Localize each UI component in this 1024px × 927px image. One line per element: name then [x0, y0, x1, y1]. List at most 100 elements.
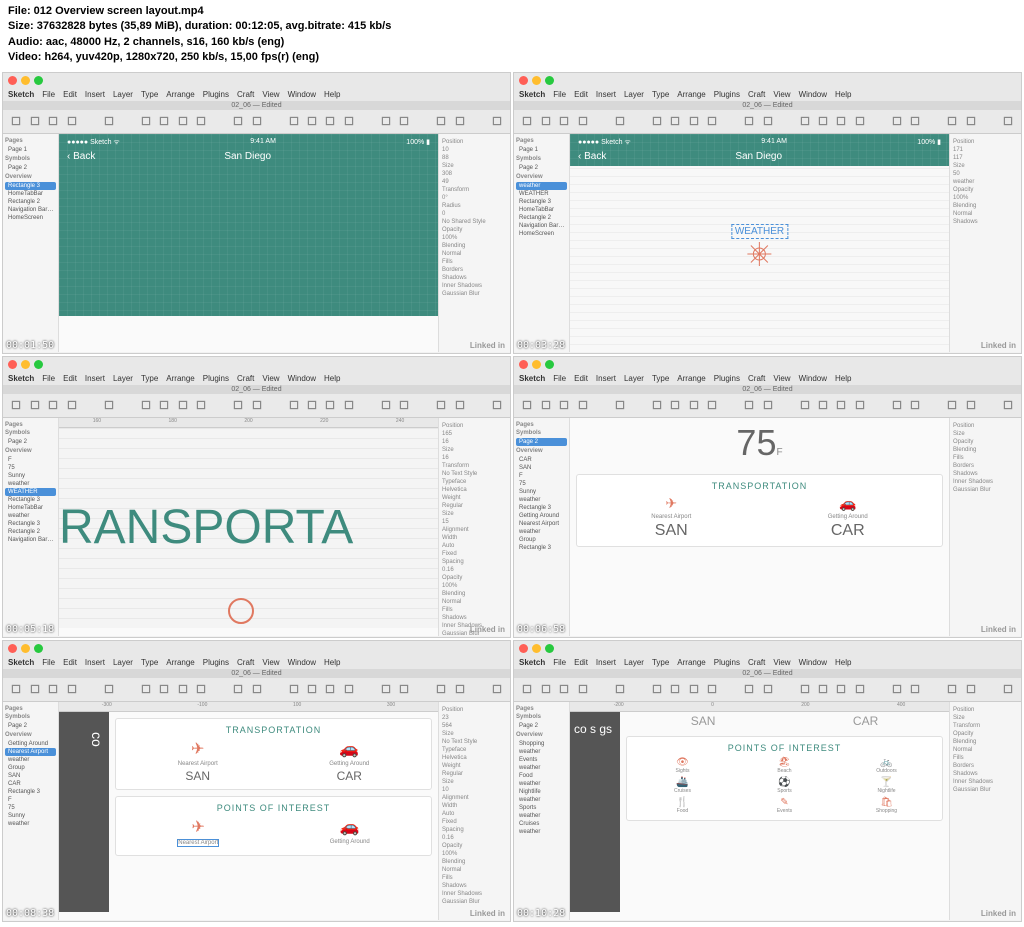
tool-Cloud[interactable]	[453, 680, 467, 698]
tool-Subtract[interactable]	[816, 680, 830, 698]
inspector-field[interactable]: Normal	[442, 599, 507, 605]
layer-item[interactable]: Pages	[5, 422, 56, 428]
tool-Subtract[interactable]	[816, 396, 830, 414]
layer-item[interactable]: Nearest Airport	[5, 748, 56, 756]
layer-item[interactable]: WEATHER	[5, 488, 56, 496]
menu-insert[interactable]: Insert	[85, 374, 105, 383]
close-icon[interactable]	[519, 360, 528, 369]
layer-item[interactable]: Rectangle 3	[5, 788, 56, 796]
tool-Scale[interactable]	[760, 112, 774, 130]
menu-type[interactable]: Type	[141, 374, 158, 383]
menu-type[interactable]: Type	[141, 90, 158, 99]
tool-Subtract[interactable]	[305, 112, 319, 130]
menu-plugins[interactable]: Plugins	[203, 374, 229, 383]
layer-item[interactable]: Symbols	[5, 430, 56, 436]
layer-item[interactable]: Shopping	[516, 740, 567, 748]
inspector-field[interactable]: No Text Style	[442, 739, 507, 745]
tool-Mirror[interactable]	[945, 396, 959, 414]
inspector-field[interactable]: Size	[442, 779, 507, 785]
inspector-field[interactable]: Normal	[442, 251, 507, 257]
inspector-field[interactable]: Typeface	[442, 479, 507, 485]
layer-item[interactable]: Nearest Airport	[516, 520, 567, 528]
layer-item[interactable]: CAR	[5, 780, 56, 788]
inspector-field[interactable]: Blending	[442, 859, 507, 865]
inspector-field[interactable]: 564	[442, 723, 507, 729]
document-tab[interactable]: 02_06 — Edited	[3, 669, 510, 678]
inspector-field[interactable]: 49	[442, 179, 507, 185]
tool-Difference[interactable]	[342, 680, 356, 698]
tool-Zoom[interactable]	[612, 396, 626, 414]
layer-item[interactable]: Navigation Bar…	[516, 222, 567, 230]
inspector-field[interactable]: 15	[442, 519, 507, 525]
minimize-icon[interactable]	[532, 76, 541, 85]
menu-craft[interactable]: Craft	[748, 374, 765, 383]
tool-Difference[interactable]	[342, 396, 356, 414]
layer-item[interactable]: Page 2	[5, 438, 56, 446]
maximize-icon[interactable]	[545, 76, 554, 85]
document-tab[interactable]: 02_06 — Edited	[514, 669, 1021, 678]
close-icon[interactable]	[8, 360, 17, 369]
layer-item[interactable]: Page 2	[516, 438, 567, 446]
transportation-text[interactable]: RANSPORTA	[59, 500, 353, 555]
layer-item[interactable]: Page 2	[516, 722, 567, 730]
inspector-field[interactable]: Shadows	[442, 275, 507, 281]
toolbar[interactable]	[514, 678, 1021, 702]
tool-Group[interactable]	[538, 396, 552, 414]
menu-plugins[interactable]: Plugins	[203, 90, 229, 99]
tool-Zoom[interactable]	[101, 680, 115, 698]
menu-arrange[interactable]: Arrange	[677, 374, 705, 383]
layer-item[interactable]: Page 1	[5, 146, 56, 154]
canvas[interactable]: ●●●●● Sketch ᯤ9:41 AM100% ▮ ‹ BackSan Di…	[570, 134, 949, 352]
tool-Backward[interactable]	[397, 112, 411, 130]
tool-Forward[interactable]	[890, 680, 904, 698]
tool-Create Symbol[interactable]	[575, 396, 589, 414]
inspector-field[interactable]: 171	[953, 147, 1018, 153]
tool-Backward[interactable]	[397, 396, 411, 414]
layer-item[interactable]: WEATHER	[516, 190, 567, 198]
inspector-field[interactable]: Opacity	[953, 439, 1018, 445]
inspector-field[interactable]: Position	[953, 423, 1018, 429]
menubar[interactable]: SketchFileEditInsertLayerTypeArrangePlug…	[514, 656, 1021, 669]
maximize-icon[interactable]	[34, 644, 43, 653]
inspector-field[interactable]: 23	[442, 715, 507, 721]
layers-panel[interactable]: PagesSymbolsPage 2OverviewF75Sunnyweathe…	[3, 418, 59, 636]
layer-item[interactable]: Overview	[516, 448, 567, 454]
tool-Cloud[interactable]	[964, 112, 978, 130]
inspector-field[interactable]: Shadows	[442, 883, 507, 889]
layer-item[interactable]: Rectangle 2	[5, 198, 56, 206]
inspector-field[interactable]: Size	[442, 447, 507, 453]
toolbar[interactable]	[3, 110, 510, 134]
poi-beach[interactable]: 🏖Beach	[735, 757, 834, 774]
inspector-field[interactable]: Shadows	[953, 471, 1018, 477]
inspector-field[interactable]: 10	[442, 147, 507, 153]
poi-events[interactable]: ✎Events	[735, 797, 834, 814]
tool-Intersect[interactable]	[834, 680, 848, 698]
tool-Group[interactable]	[538, 680, 552, 698]
inspector-field[interactable]: Inner Shadows	[442, 283, 507, 289]
inspector-field[interactable]: Transform	[953, 723, 1018, 729]
menu-layer[interactable]: Layer	[113, 90, 133, 99]
inspector-field[interactable]: Position	[953, 139, 1018, 145]
layer-item[interactable]: weather	[516, 764, 567, 772]
menu-help[interactable]: Help	[324, 374, 340, 383]
tool-Transform[interactable]	[157, 396, 171, 414]
inspector-field[interactable]: Opacity	[953, 731, 1018, 737]
layer-item[interactable]: Rectangle 3	[516, 198, 567, 206]
menu-file[interactable]: File	[42, 374, 55, 383]
tool-Group[interactable]	[27, 112, 41, 130]
inspector-field[interactable]: 100%	[442, 235, 507, 241]
canvas[interactable]: 75F TRANSPORTATION ✈Nearest AirportSAN 🚗…	[570, 418, 949, 636]
inspector-panel[interactable]: PositionSizeOpacityBlendingFillsBordersS…	[949, 418, 1021, 636]
tool-Mask[interactable]	[231, 396, 245, 414]
tool-Rotate[interactable]	[175, 396, 189, 414]
tool-Cloud[interactable]	[453, 112, 467, 130]
inspector-field[interactable]: Weight	[442, 495, 507, 501]
inspector-field[interactable]: Position	[442, 707, 507, 713]
tool-Backward[interactable]	[397, 680, 411, 698]
close-icon[interactable]	[519, 76, 528, 85]
layer-item[interactable]: Sunny	[516, 488, 567, 496]
document-tab[interactable]: 02_06 — Edited	[3, 385, 510, 394]
layer-item[interactable]: Rectangle 2	[516, 214, 567, 222]
maximize-icon[interactable]	[545, 644, 554, 653]
minimize-icon[interactable]	[532, 644, 541, 653]
